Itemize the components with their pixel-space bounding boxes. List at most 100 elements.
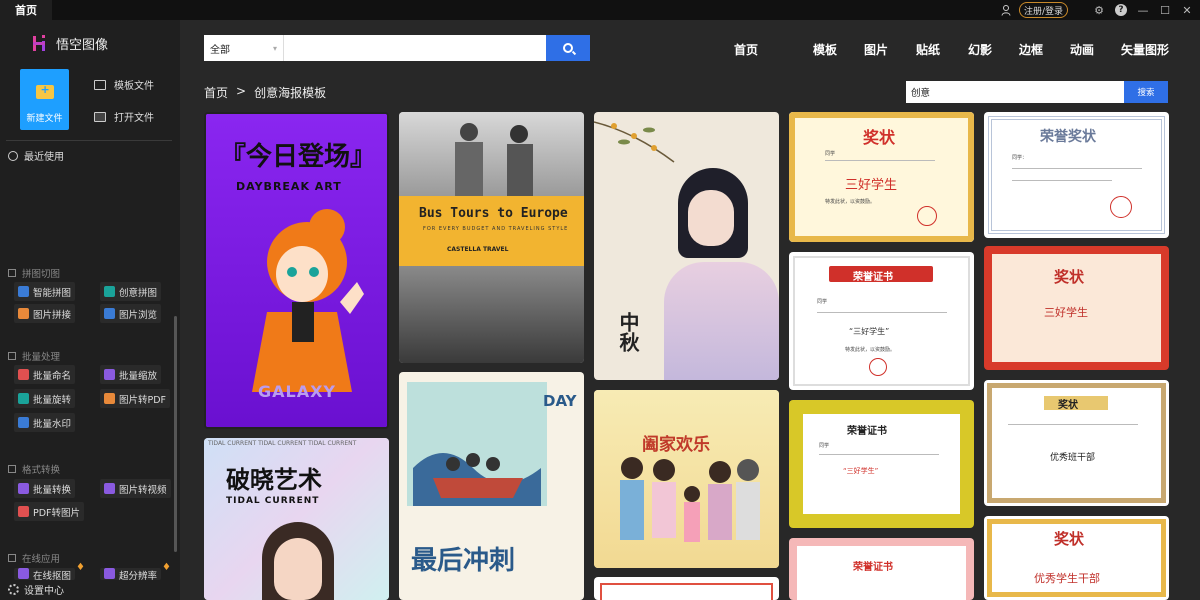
tool-label: 图片转视频 [119, 484, 167, 496]
template-file-link[interactable]: 模板文件 [94, 77, 154, 92]
nav-frames[interactable]: 边框 [1019, 41, 1043, 58]
user-icon[interactable] [997, 1, 1015, 19]
tool-batch-resize[interactable]: 批量缩放 [100, 365, 162, 384]
template-card-tidal-current[interactable]: TIDAL CURRENT TIDAL CURRENT TIDAL CURREN… [204, 438, 389, 600]
card-honor: “三好学生” [843, 467, 879, 475]
template-file-label: 模板文件 [114, 81, 154, 92]
tool-label: 批量转换 [33, 484, 72, 496]
format-section-icon [8, 465, 16, 473]
section-label: 拼图切图 [22, 269, 61, 280]
card-honor: 优秀学生干部 [1034, 572, 1100, 585]
template-card-award-3[interactable]: 奖状 优秀班干部 [984, 380, 1169, 506]
card-name-line: 同学 [825, 151, 836, 157]
batch-watermark-icon [18, 417, 29, 428]
template-search-input[interactable] [906, 81, 1124, 103]
template-card-honor-1[interactable]: 荣誉证书 同学 “三好学生” 特发此状，以资鼓励。 [789, 252, 974, 390]
close-icon[interactable]: ✕ [1178, 1, 1196, 19]
template-card-bus-tours[interactable]: Bus Tours to Europe FOR EVERY BUDGET AND… [399, 112, 584, 363]
nav-vector[interactable]: 矢量图形 [1121, 41, 1169, 58]
template-card-honor-2[interactable]: 荣誉证书 同学 “三好学生” [789, 400, 974, 528]
help-icon[interactable]: ? [1112, 1, 1130, 19]
tool-online-cutout[interactable]: 在线抠图 [14, 568, 76, 580]
minimize-icon[interactable]: — [1134, 1, 1152, 19]
card-title: 荣誉奖状 [1040, 129, 1096, 145]
sidebar: 悟空图像 新建文件 模板文件 打开文件 最近使用 拼图切图 智能拼图 创意拼图 … [0, 20, 180, 600]
nav-home[interactable]: 首页 [734, 41, 758, 58]
text-placeholder-line [1012, 168, 1142, 169]
template-search-button[interactable]: 搜索 [1124, 81, 1168, 103]
card-title: 荣誉证书 [853, 272, 893, 283]
tool-image-to-video[interactable]: 图片转视频 [100, 479, 171, 498]
nav-animation[interactable]: 动画 [1070, 41, 1094, 58]
gear-icon[interactable]: ⚙ [1090, 1, 1108, 19]
search-input[interactable] [284, 35, 546, 61]
template-card-partial[interactable] [594, 577, 779, 600]
template-card-honor-award[interactable]: 荣誉奖状 同学： [984, 112, 1169, 238]
tool-batch-rotate[interactable]: 批量旋转 [14, 389, 76, 408]
tool-batch-convert[interactable]: 批量转换 [14, 479, 76, 498]
text-placeholder-line [1012, 180, 1112, 181]
tool-label: 图片转PDF [119, 394, 167, 406]
tool-super-resolution[interactable]: 超分辨率 [100, 568, 162, 580]
sidebar-scrollbar[interactable] [174, 316, 177, 552]
tool-label: 批量命名 [33, 370, 72, 382]
card-honor: 三好学生 [845, 178, 898, 193]
search-button[interactable] [546, 35, 590, 61]
tool-image-to-pdf[interactable]: 图片转PDF [100, 389, 171, 408]
section-title-online: 在线应用 [8, 551, 60, 565]
maximize-icon[interactable]: ☐ [1156, 1, 1174, 19]
text-placeholder-line [819, 454, 939, 455]
super-resolution-icon [104, 568, 115, 579]
tool-pdf-to-image[interactable]: PDF转图片 [14, 502, 85, 521]
open-file-label: 打开文件 [114, 113, 154, 124]
template-card-daybreak-art[interactable]: 『今日登场』 DAYBREAK ART GALAXY [204, 112, 389, 429]
search-icon [563, 43, 573, 53]
breadcrumb-home[interactable]: 首页 [204, 84, 228, 101]
tool-batch-watermark[interactable]: 批量水印 [14, 413, 76, 432]
puzzle-section-icon [8, 269, 16, 277]
recent-used[interactable]: 最近使用 [8, 148, 64, 163]
portrait-face [274, 538, 322, 600]
nav-phantom[interactable]: 幻影 [968, 41, 992, 58]
tool-creative-puzzle[interactable]: 创意拼图 [100, 282, 162, 301]
login-button[interactable]: 注册/登录 [1018, 2, 1068, 18]
batch-section-icon [8, 352, 16, 360]
template-card-award-2[interactable]: 奖状 三好学生 [984, 246, 1169, 370]
template-card-final-sprint[interactable]: DAY 最后冲刺 [399, 372, 584, 600]
card-paper [797, 546, 966, 600]
template-card-mid-autumn[interactable]: 中秋 [594, 112, 779, 380]
tab-home[interactable]: 首页 [0, 0, 52, 20]
clock-icon [8, 150, 18, 161]
template-card-family[interactable]: 阖家欢乐 [594, 390, 779, 568]
tool-batch-rename[interactable]: 批量命名 [14, 365, 76, 384]
tool-smart-puzzle[interactable]: 智能拼图 [14, 282, 76, 301]
batch-rename-icon [18, 369, 29, 380]
new-file-button[interactable]: 新建文件 [20, 69, 69, 130]
nav-stickers[interactable]: 贴纸 [916, 41, 940, 58]
template-card-honor-3[interactable]: 荣誉证书 [789, 538, 974, 600]
tool-image-browse[interactable]: 图片浏览 [100, 304, 162, 323]
nav-templates[interactable]: 模板 [813, 41, 837, 58]
template-card-award-1[interactable]: 奖状 同学 三好学生 特发此状，以资鼓励。 [789, 112, 974, 242]
card-title: 中秋 [616, 312, 640, 352]
online-section-icon [8, 554, 16, 562]
tool-label: 批量水印 [33, 418, 72, 430]
tool-image-stitch[interactable]: 图片拼接 [14, 304, 76, 323]
open-file-link[interactable]: 打开文件 [94, 109, 154, 124]
card-border [600, 583, 773, 600]
card-name-line: 同学： [1012, 155, 1028, 161]
anime-girl-illustration [252, 209, 364, 392]
card-title: 奖状 [1058, 400, 1078, 411]
search-category-select[interactable]: 全部 ▾ [204, 35, 284, 61]
tool-label: 批量缩放 [119, 370, 158, 382]
recent-label: 最近使用 [24, 152, 64, 163]
tool-label: PDF转图片 [33, 507, 81, 519]
logo-text: 悟空图像 [56, 37, 109, 53]
settings-center[interactable]: 设置中心 [8, 582, 64, 597]
template-card-award-4[interactable]: 奖状 优秀学生干部 [984, 516, 1169, 600]
image-browse-icon [104, 308, 115, 319]
tool-label: 超分辨率 [119, 571, 158, 580]
card-title: 最后冲刺 [411, 546, 516, 576]
nav-images[interactable]: 图片 [864, 41, 888, 58]
section-label: 格式转换 [22, 465, 61, 476]
